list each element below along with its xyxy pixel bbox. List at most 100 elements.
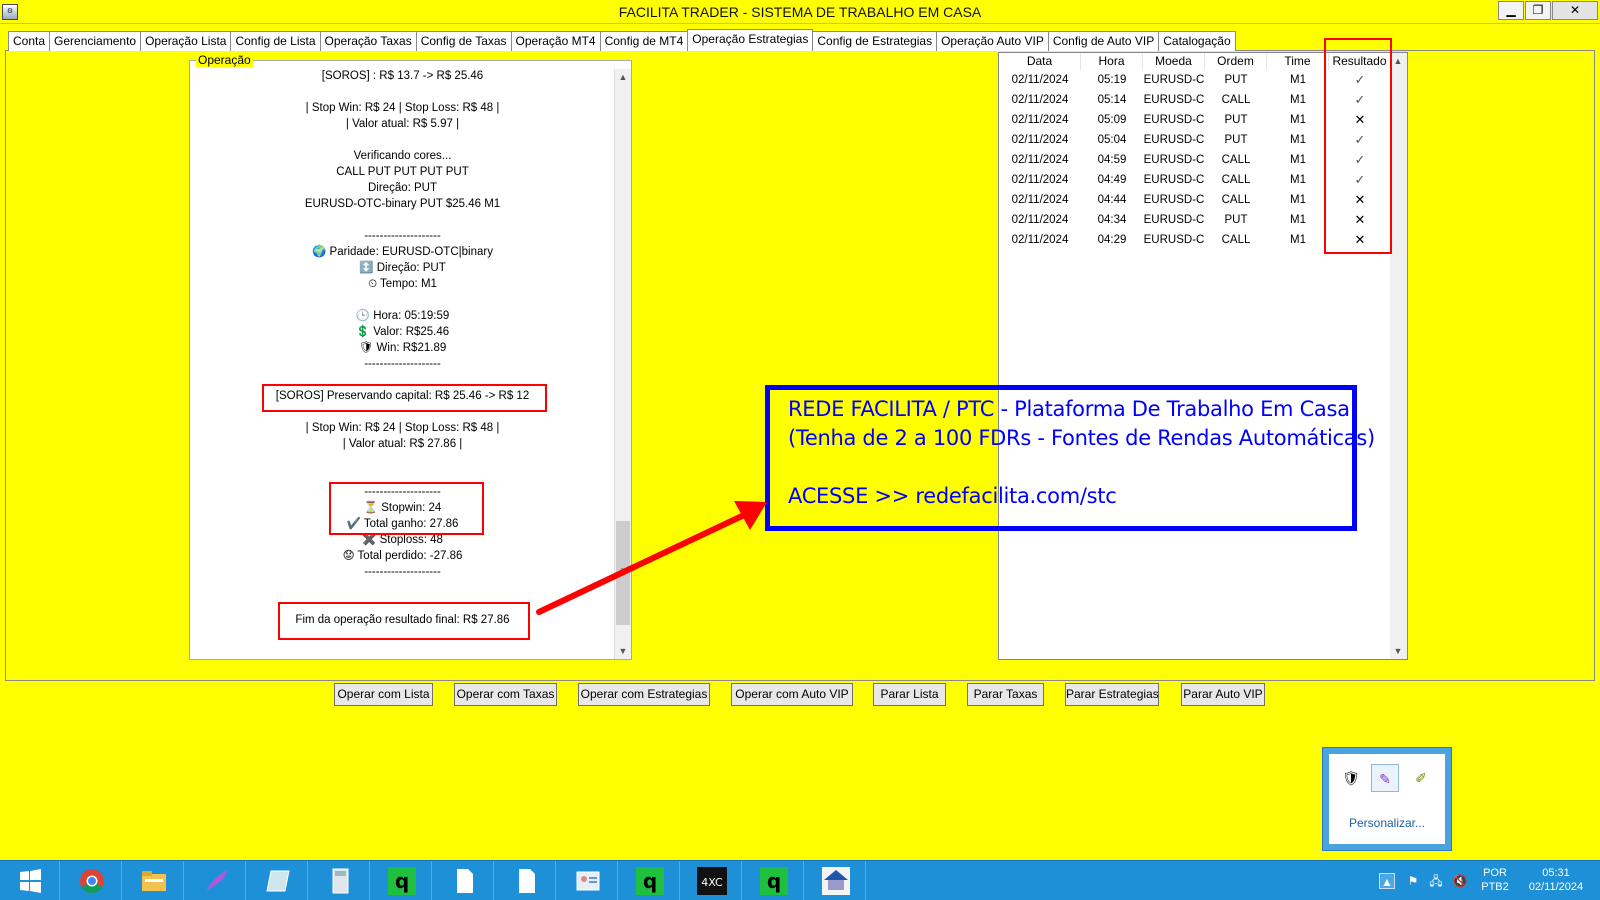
tab-config-auto-vip[interactable]: Config de Auto VIP — [1047, 31, 1160, 51]
cell-ordem: CALL — [1221, 154, 1251, 166]
operar-com-taxas-button[interactable]: Operar com Taxas — [454, 683, 557, 706]
taskbar-calculator[interactable] — [310, 861, 370, 900]
operar-com-lista-button[interactable]: Operar com Lista — [334, 683, 433, 706]
log-line: 💲 Valor: R$25.46 — [355, 326, 450, 338]
tab-operacao-mt4[interactable]: Operação MT4 — [510, 31, 601, 51]
tab-conta[interactable]: Conta — [8, 31, 51, 51]
tab-operacao-auto-vip[interactable]: Operação Auto VIP — [936, 31, 1049, 51]
parar-lista-button[interactable]: Parar Lista — [873, 683, 946, 706]
promo-link[interactable]: ACESSE >> redefacilita.com/stc — [788, 484, 1117, 508]
svg-text:q: q — [643, 869, 657, 893]
operar-com-estrategias-button[interactable]: Operar com Estrategias — [578, 683, 710, 706]
language-indicator[interactable]: POR PTB2 — [1472, 866, 1518, 894]
log-scrollbar[interactable]: ▲ ≡ ▼ — [614, 69, 631, 659]
scroll-down-icon[interactable]: ▼ — [615, 643, 631, 659]
title-bar: ⚙ FACILITA TRADER - SISTEMA DE TRABALHO … — [0, 0, 1600, 24]
column-header-data[interactable]: Data — [999, 53, 1081, 70]
clock[interactable]: 05:31 02/11/2024 — [1516, 866, 1596, 894]
tab-catalogacao[interactable]: Catalogação — [1158, 31, 1236, 51]
minimize-button[interactable]: ▁ — [1498, 1, 1524, 20]
cell-moeda: EURUSD-C — [1143, 194, 1205, 206]
scroll-down-icon[interactable]: ▼ — [1390, 643, 1406, 659]
volume-muted-icon[interactable]: 🔇 — [1452, 873, 1468, 889]
cell-moeda: EURUSD-C — [1143, 74, 1205, 86]
column-header-time[interactable]: Time — [1267, 53, 1329, 70]
operacao-log[interactable]: [SOROS] : R$ 13.7 -> R$ 25.46 | Stop Win:… — [190, 69, 615, 659]
cell-moeda: EURUSD-C — [1143, 94, 1205, 106]
taskbar-file-explorer[interactable] — [124, 861, 184, 900]
tab-operacao-lista[interactable]: Operação Lista — [140, 31, 232, 51]
scroll-up-icon[interactable]: ▲ — [615, 69, 631, 85]
log-line: | Stop Win: R$ 24 | Stop Loss: R$ 48 | — [305, 422, 500, 434]
cell-data: 02/11/2024 — [1011, 94, 1069, 106]
log-line: CALL PUT PUT PUT PUT — [336, 166, 469, 178]
security-tray-icon[interactable]: 🛡 — [1337, 764, 1365, 792]
restore-button[interactable]: ❐ — [1525, 1, 1551, 20]
column-header-moeda[interactable]: Moeda — [1143, 53, 1205, 70]
flag-icon[interactable]: ⚑ — [1405, 873, 1421, 889]
log-line: EURUSD-OTC-binary PUT $25.46 M1 — [304, 198, 501, 210]
log-line: | Stop Win: R$ 24 | Stop Loss: R$ 48 | — [305, 102, 500, 114]
cell-time: M1 — [1290, 154, 1306, 166]
close-button[interactable]: ✕ — [1552, 1, 1598, 20]
taskbar-facilita[interactable] — [806, 861, 866, 900]
tab-config-mt4[interactable]: Config de MT4 — [599, 31, 689, 51]
promo-box: REDE FACILITA / PTC - Plataforma De Trab… — [765, 385, 1375, 531]
log-line: -------------------- — [364, 230, 441, 242]
log-line: ↕️ Direção: PUT — [359, 262, 446, 274]
cell-ordem: PUT — [1224, 74, 1248, 86]
app-q-icon: q — [636, 867, 664, 895]
cell-ordem: CALL — [1221, 174, 1251, 186]
tab-operacao-taxas[interactable]: Operação Taxas — [319, 31, 417, 51]
4xc-icon: 4XC — [697, 867, 727, 895]
cell-data: 02/11/2024 — [1011, 154, 1069, 166]
cell-hora: 04:44 — [1097, 194, 1127, 206]
cell-hora: 05:14 — [1097, 94, 1127, 106]
taskbar-chrome[interactable] — [62, 861, 122, 900]
taskbar-document-2[interactable] — [496, 861, 556, 900]
highlight-box-resultado — [1324, 38, 1392, 254]
tab-config-lista[interactable]: Config de Lista — [230, 31, 321, 51]
taskbar-contacts[interactable] — [558, 861, 618, 900]
show-hidden-icons-button[interactable]: ▲ — [1379, 873, 1395, 889]
column-header-ordem[interactable]: Ordem — [1205, 53, 1267, 70]
taskbar-app-q-3[interactable]: q — [744, 861, 804, 900]
cell-hora: 04:34 — [1097, 214, 1127, 226]
feather-tray-icon[interactable]: ✎ — [1371, 764, 1399, 792]
tab-gerenciamento[interactable]: Gerenciamento — [49, 31, 142, 51]
scroll-up-icon[interactable]: ▲ — [1390, 53, 1406, 69]
promo-line-1: REDE FACILITA / PTC - Plataforma De Trab… — [788, 397, 1350, 421]
taskbar-app-q-2[interactable]: q — [620, 861, 680, 900]
pen-tray-icon[interactable]: ✐ — [1407, 764, 1435, 792]
tab-operacao-estrategias[interactable]: Operação Estrategias — [687, 29, 814, 51]
cell-ordem: CALL — [1221, 234, 1251, 246]
tab-config-taxas[interactable]: Config de Taxas — [415, 31, 512, 51]
taskbar-document-1[interactable] — [434, 861, 494, 900]
cell-moeda: EURUSD-C — [1143, 214, 1205, 226]
results-scrollbar[interactable]: ▲ ▼ — [1390, 53, 1407, 659]
promo-line-2: (Tenha de 2 a 100 FDRs - Fontes de Renda… — [788, 426, 1375, 450]
parar-auto-vip-button[interactable]: Parar Auto VIP — [1181, 683, 1265, 706]
customize-link[interactable]: Personalizar... — [1329, 816, 1445, 830]
contacts-icon — [576, 871, 600, 891]
network-icon[interactable]: 🖧 — [1428, 873, 1444, 889]
operar-com-auto-vip-button[interactable]: Operar com Auto VIP — [731, 683, 853, 706]
taskbar-feather[interactable] — [186, 861, 246, 900]
start-button[interactable] — [0, 861, 60, 900]
cell-hora: 05:19 — [1097, 74, 1127, 86]
cell-time: M1 — [1290, 174, 1306, 186]
parar-taxas-button[interactable]: Parar Taxas — [967, 683, 1044, 706]
cell-time: M1 — [1290, 94, 1306, 106]
taskbar-app-q-1[interactable]: q — [372, 861, 432, 900]
cell-moeda: EURUSD-C — [1143, 134, 1205, 146]
taskbar-4xc[interactable]: 4XC — [682, 861, 742, 900]
column-header-hora[interactable]: Hora — [1081, 53, 1143, 70]
log-line: [SOROS] : R$ 13.7 -> R$ 25.46 — [321, 70, 484, 82]
parar-estrategias-button[interactable]: Parar Estrategias — [1065, 683, 1159, 706]
log-line: | Valor atual: R$ 27.86 | — [342, 438, 463, 450]
taskbar-notepad[interactable] — [248, 861, 308, 900]
4xc-label: 4XC — [701, 876, 723, 889]
cell-hora: 04:29 — [1097, 234, 1127, 246]
tab-config-estrategias[interactable]: Config de Estrategias — [812, 31, 938, 51]
scroll-thumb[interactable]: ≡ — [616, 521, 630, 625]
